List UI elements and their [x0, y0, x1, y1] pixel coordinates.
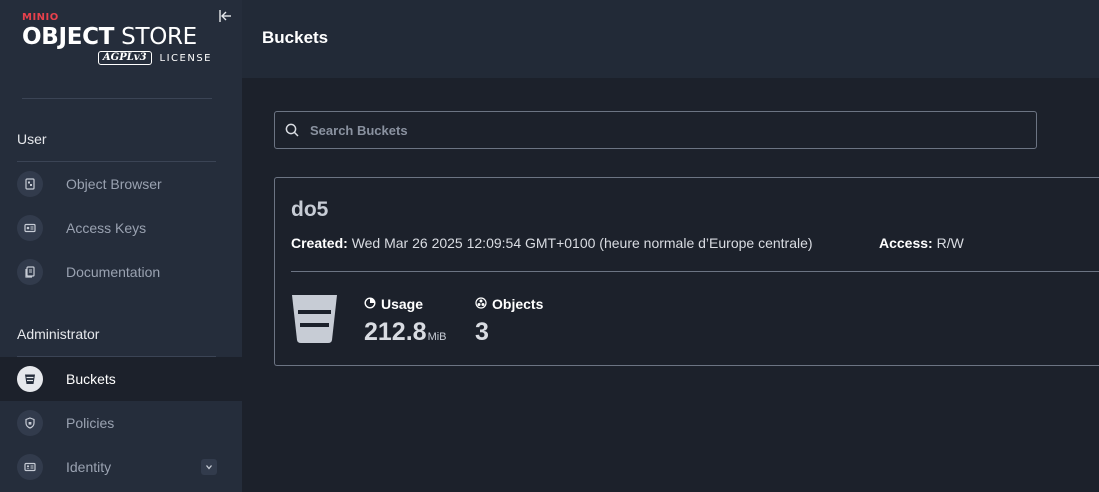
brand-vendor: MINIO — [22, 12, 59, 23]
sidebar-item-label: Object Browser — [66, 176, 162, 192]
collapse-sidebar-icon[interactable] — [217, 8, 233, 24]
bucket-large-icon — [291, 294, 338, 344]
usage-unit: MiB — [427, 331, 447, 343]
bucket-created: Created: Wed Mar 26 2025 12:09:54 GMT+01… — [291, 235, 813, 251]
minio-logo: MINIO OBJECT STORE AGPLv3 LICENSE — [22, 12, 212, 65]
search-input[interactable] — [310, 122, 1010, 138]
sidebar: MINIO OBJECT STORE AGPLv3 LICENSE User O… — [0, 0, 242, 492]
page-title: Buckets — [262, 28, 329, 47]
bucket-card[interactable]: do5 Created: Wed Mar 26 2025 12:09:54 GM… — [274, 177, 1099, 366]
sidebar-item-access-keys[interactable]: Access Keys — [0, 206, 242, 250]
sidebar-item-label: Access Keys — [66, 220, 147, 236]
license-text: LICENSE — [159, 52, 212, 64]
bucket-icon — [17, 366, 43, 392]
sidebar-item-object-browser[interactable]: Object Browser — [0, 162, 242, 206]
identity-icon — [17, 454, 43, 480]
chevron-down-icon[interactable] — [201, 459, 217, 475]
documentation-icon — [17, 259, 43, 285]
sidebar-item-label: Documentation — [66, 264, 161, 280]
usage-label: Usage — [364, 296, 423, 312]
sidebar-item-policies[interactable]: Policies — [0, 401, 242, 445]
search-bar[interactable] — [274, 111, 1037, 149]
sidebar-item-documentation[interactable]: Documentation — [0, 250, 242, 294]
brand-product: OBJECT STORE — [22, 24, 197, 50]
objects-label: Objects — [475, 296, 543, 312]
bucket-access: Access: R/W — [879, 235, 964, 251]
sidebar-item-buckets[interactable]: Buckets — [0, 357, 242, 401]
sidebar-item-identity[interactable]: Identity — [0, 445, 242, 489]
bucket-name[interactable]: do5 — [291, 198, 328, 222]
page-header: Buckets — [242, 0, 1099, 78]
sidebar-item-label: Policies — [66, 415, 115, 431]
sidebar-item-label: Identity — [66, 459, 112, 475]
agpl-badge: AGPLv3 — [97, 51, 152, 65]
sidebar-item-label: Buckets — [66, 371, 116, 387]
object-browser-icon — [17, 171, 43, 197]
brand-license: AGPLv3 LICENSE — [22, 51, 212, 65]
objects-icon — [475, 296, 487, 312]
section-administrator-label: Administrator — [17, 326, 100, 342]
pie-chart-icon — [364, 296, 376, 312]
usage-value: 212.8MiB — [364, 318, 447, 346]
objects-value: 3 — [475, 318, 489, 346]
shield-icon — [17, 410, 43, 436]
card-divider — [291, 271, 1099, 272]
section-user-label: User — [17, 131, 47, 147]
access-keys-icon — [17, 215, 43, 241]
search-icon — [285, 123, 299, 137]
sidebar-divider — [22, 98, 212, 99]
